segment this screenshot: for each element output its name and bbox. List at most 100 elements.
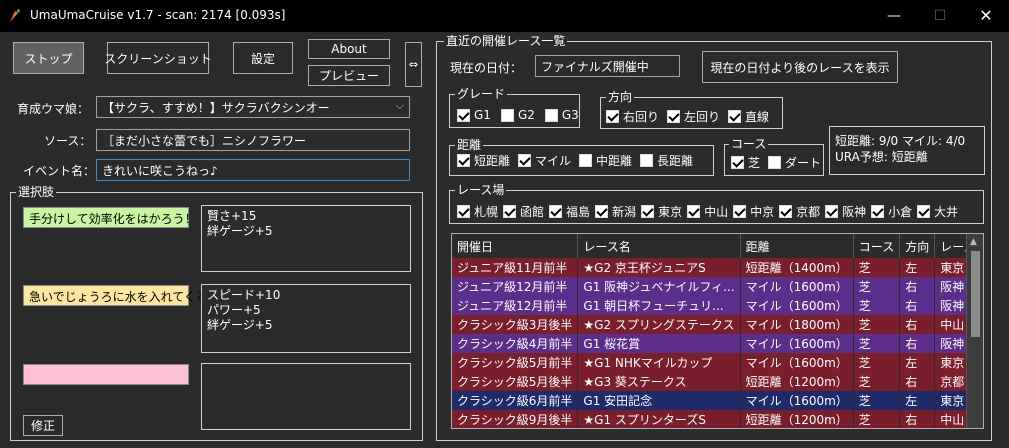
distance-short-checkbox[interactable]: 短距離	[457, 152, 510, 169]
race-table[interactable]: 開催日 レース名 距離 コース 方向 レース場 ジュニア級11月前半 ★G2 京王…	[451, 233, 984, 429]
table-cell-dir: 左	[899, 391, 936, 410]
choice-label[interactable]: 手分けして効率化をはかろう！	[23, 207, 197, 228]
table-cell-date: クラシック級4月前半	[452, 334, 579, 353]
scroll-thumb[interactable]	[971, 251, 980, 337]
table-cell-distance: マイル（1800m）	[740, 315, 854, 334]
table-cell-dir: 右	[899, 410, 936, 428]
distance-medium-checkbox[interactable]: 中距離	[579, 152, 632, 169]
show-after-button[interactable]: 現在の日付より後のレースを表示	[702, 51, 898, 83]
checkbox-label: 長距離	[657, 154, 694, 168]
checkbox-label: 大井	[934, 205, 959, 219]
grade-g1-checkbox[interactable]: G1	[457, 108, 491, 122]
checkbox-box	[544, 108, 558, 122]
table-scrollbar[interactable]: ▲	[966, 234, 983, 428]
distance-mile-checkbox[interactable]: マイル	[518, 152, 571, 169]
venue-fukushima-checkbox[interactable]: 福島	[549, 203, 590, 220]
source-field[interactable]: ［まだ小さな蕾でも］ニシノフラワー	[96, 129, 410, 151]
column-header[interactable]: 開催日	[452, 234, 579, 258]
uma-select[interactable]: 【サクラ、すすめ！】サクラバクシンオー ⌵	[96, 96, 410, 118]
checkbox-label: 左回り	[684, 110, 721, 124]
grade-g3-checkbox[interactable]: G3	[544, 108, 579, 122]
column-header[interactable]: 距離	[740, 234, 854, 258]
table-cell-dir: 右	[899, 315, 936, 334]
close-button[interactable]: ✕	[963, 0, 1009, 32]
direction-group-label: 方向	[606, 90, 635, 104]
table-cell-name: ★G1 NHKマイルカップ	[577, 353, 741, 372]
checkbox-label: 中距離	[596, 154, 633, 168]
course-turf-checkbox[interactable]: 芝	[731, 154, 760, 171]
uma-label: 育成ウマ娘：	[17, 102, 90, 116]
title-bar: UmaUmaCruise v1.7 - scan: 2174 [0.093s] …	[0, 0, 1009, 32]
table-row[interactable]: ジュニア級12月前半 G1 阪神ジュベナイルフィ... マイル（1600m）芝右阪神	[452, 277, 983, 296]
preview-button[interactable]: プレビュー	[308, 65, 390, 86]
event-field[interactable]: きれいに咲こうねっ♪	[96, 159, 410, 181]
venue-tokyo-checkbox[interactable]: 東京	[641, 203, 682, 220]
venue-kyoto-checkbox[interactable]: 京都	[779, 203, 820, 220]
venue-nakayama-checkbox[interactable]: 中山	[687, 203, 728, 220]
scroll-up-icon[interactable]: ▲	[970, 237, 977, 247]
table-cell-course: 芝	[853, 258, 901, 277]
chevron-down-icon: ⌵	[395, 99, 404, 112]
direction-straight-checkbox[interactable]: 直線	[728, 108, 769, 125]
table-cell-course: 芝	[853, 296, 901, 315]
column-header[interactable]: コース	[853, 234, 901, 258]
table-row[interactable]: クラシック級6月前半 G1 安田記念 マイル（1600m）芝左東京	[452, 391, 983, 410]
checkbox-label: 中京	[750, 205, 775, 219]
table-row[interactable]: クラシック級9月後半 ★G1 スプリンターズS 短距離（1200m）芝右中山	[452, 410, 983, 428]
table-row[interactable]: クラシック級4月前半 G1 桜花賞 マイル（1600m）芝右阪神	[452, 334, 983, 353]
table-cell-course: 芝	[853, 277, 901, 296]
column-header[interactable]: レース名	[577, 234, 741, 258]
table-cell-name: G1 阪神ジュベナイルフィ...	[577, 277, 741, 296]
course-dirt-checkbox[interactable]: ダート	[768, 154, 821, 171]
checkbox-box	[595, 205, 609, 218]
table-row[interactable]: クラシック級3月後半 ★G2 スプリングステークス マイル（1800m）芝右中山	[452, 315, 983, 334]
choice-effect: スピード+10 パワー+5 絆ゲージ+5	[201, 284, 411, 353]
direction-left-checkbox[interactable]: 左回り	[667, 108, 720, 125]
about-button[interactable]: About	[308, 39, 390, 59]
maximize-button[interactable]: ☐	[917, 0, 963, 32]
table-row[interactable]: クラシック級5月後半 ★G3 葵ステークス 短距離（1200m）芝右京都	[452, 372, 983, 391]
minimize-button[interactable]: —	[871, 0, 917, 32]
venue-hakodate-checkbox[interactable]: 函館	[503, 203, 544, 220]
date-field[interactable]: ファイナルズ開催中	[535, 55, 680, 77]
checkbox-label: 札幌	[474, 205, 499, 219]
choice-label[interactable]	[23, 364, 189, 385]
venue-kokura-checkbox[interactable]: 小倉	[871, 203, 912, 220]
table-cell-name: ★G1 スプリンターズS	[577, 410, 741, 428]
venue-sapporo-checkbox[interactable]: 札幌	[457, 203, 498, 220]
distance-long-checkbox[interactable]: 長距離	[640, 152, 693, 169]
table-cell-name: G1 朝日杯フューチュリ...	[577, 296, 741, 315]
table-cell-name: ★G2 スプリングステークス	[577, 315, 741, 334]
direction-right-checkbox[interactable]: 右回り	[606, 108, 659, 125]
stop-button[interactable]: ストップ	[13, 42, 84, 74]
screenshot-button[interactable]: スクリーンショット	[104, 42, 212, 74]
table-row[interactable]: ジュニア級12月前半 G1 朝日杯フューチュリ... マイル（1600m）芝右阪神	[452, 296, 983, 315]
table-cell-dir: 右	[899, 296, 936, 315]
table-cell-name: G1 安田記念	[577, 391, 741, 410]
venue-oi-checkbox[interactable]: 大井	[917, 203, 958, 220]
venue-chukyo-checkbox[interactable]: 中京	[733, 203, 774, 220]
table-cell-course: 芝	[853, 391, 901, 410]
venue-niigata-checkbox[interactable]: 新潟	[595, 203, 636, 220]
settings-button[interactable]: 設定	[233, 42, 293, 74]
column-header[interactable]: 方向	[899, 234, 936, 258]
date-label: 現在の日付：	[450, 61, 523, 75]
table-cell-distance: マイル（1600m）	[740, 277, 854, 296]
choice-label[interactable]: 急いでじょうろに水を入れてくる	[23, 285, 208, 306]
checkbox-label: 小倉	[888, 205, 913, 219]
grade-options: G1 G2 G3	[457, 108, 579, 122]
checkbox-box	[825, 205, 839, 218]
table-cell-distance: マイル（1600m）	[740, 334, 854, 353]
fix-button[interactable]: 修正	[23, 415, 63, 436]
table-cell-name: ★G3 葵ステークス	[577, 372, 741, 391]
checkbox-box	[728, 110, 742, 123]
venue-hanshin-checkbox[interactable]: 阪神	[825, 203, 866, 220]
distance-group-label: 距離	[455, 138, 484, 152]
table-row[interactable]: クラシック級5月前半 ★G1 NHKマイルカップ マイル（1600m）芝左東京	[452, 353, 983, 372]
expand-button[interactable]: ⇔	[405, 42, 422, 87]
summary-line: URA予想: 短距離	[835, 150, 928, 164]
grade-g2-checkbox[interactable]: G2	[500, 108, 535, 122]
table-row[interactable]: ジュニア級11月前半 ★G2 京王杯ジュニアS 短距離（1400m）芝左東京	[452, 258, 983, 277]
checkbox-box	[779, 205, 793, 218]
table-cell-dir: 左	[899, 353, 936, 372]
